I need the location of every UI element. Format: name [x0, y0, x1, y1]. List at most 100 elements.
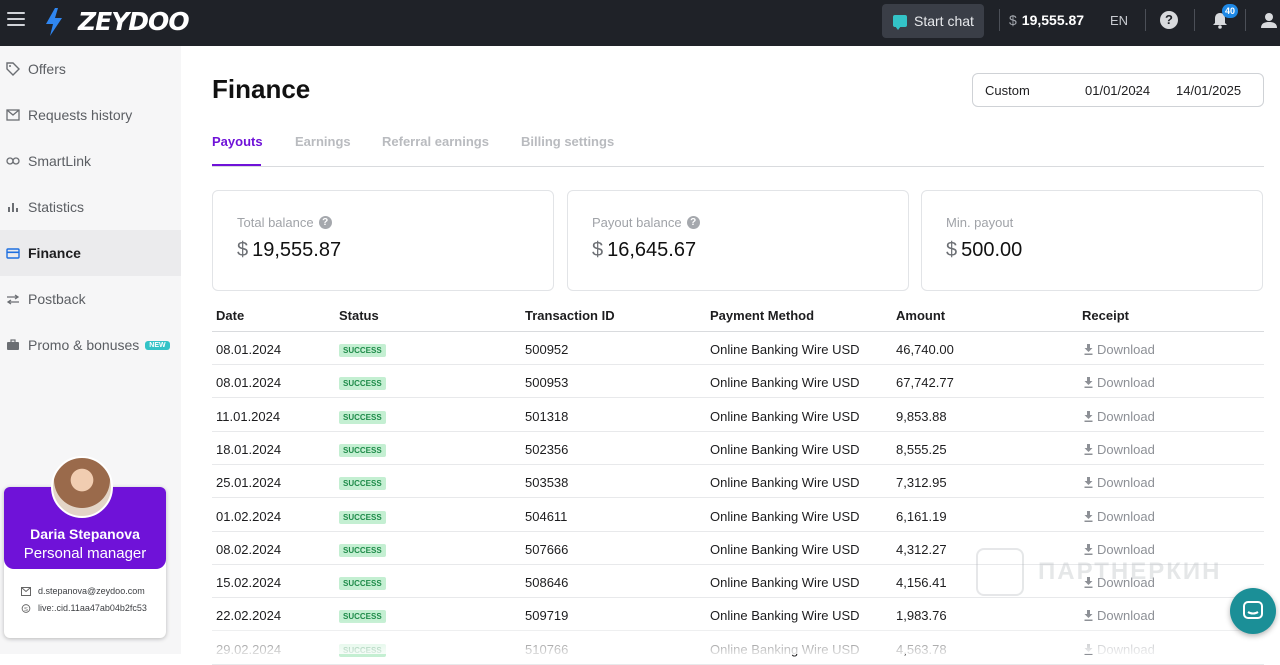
sidebar-item-statistics[interactable]: Statistics	[0, 184, 181, 230]
mail-icon	[6, 108, 20, 122]
date-separator: –	[1135, 82, 1143, 98]
sidebar-item-label: SmartLink	[28, 153, 92, 169]
download-icon	[1084, 610, 1093, 621]
table-row: 25.01.2024 SUCCESS 503538 Online Banking Wi…	[212, 465, 1264, 498]
download-receipt-link[interactable]: Download	[1084, 475, 1155, 490]
date-range-picker[interactable]: Custom 01/01/2024 – 14/01/2025	[972, 73, 1264, 107]
tab-payouts[interactable]: Payouts	[212, 134, 263, 149]
card-label-text: Total balance	[237, 215, 314, 230]
sidebar-item-label: Finance	[28, 245, 81, 261]
download-receipt-link[interactable]: Download	[1084, 342, 1155, 357]
cell-payment-method: Online Banking Wire USD	[710, 375, 860, 390]
status-badge: SUCCESS	[339, 644, 386, 657]
card-amount: 500.00	[961, 239, 1023, 261]
download-icon	[1084, 511, 1093, 522]
download-icon	[1084, 477, 1093, 488]
cell-amount: 46,740.00	[896, 342, 954, 357]
svg-text:S: S	[24, 606, 28, 612]
divider	[1194, 9, 1195, 31]
tab-earnings[interactable]: Earnings	[295, 134, 351, 149]
cell-amount: 4,312.27	[896, 542, 947, 557]
column-header-payment-method[interactable]: Payment Method	[710, 308, 814, 323]
cell-payment-method: Online Banking Wire USD	[710, 442, 860, 457]
card-value: $500.00	[946, 239, 1022, 262]
help-icon[interactable]: ?	[686, 216, 700, 229]
logo[interactable]: ZEYDOO	[44, 7, 190, 36]
status-badge: SUCCESS	[339, 444, 386, 457]
language-selector[interactable]: EN	[1110, 13, 1128, 28]
card-value: $19,555.87	[237, 239, 341, 262]
cell-amount: 4,563.78	[896, 642, 947, 657]
mail-icon	[21, 586, 31, 596]
hamburger-menu-icon[interactable]	[7, 12, 25, 26]
download-label: Download	[1097, 409, 1155, 424]
cell-amount: 1,983.76	[896, 608, 947, 623]
cell-transaction-id: 504611	[525, 509, 568, 524]
download-receipt-link[interactable]: Download	[1084, 608, 1155, 623]
cell-date: 22.02.2024	[216, 608, 282, 623]
sidebar-item-offers[interactable]: Offers	[0, 46, 181, 92]
cell-amount: 8,555.25	[896, 442, 947, 457]
cell-amount: 7,312.95	[896, 475, 947, 490]
manager-skype-row[interactable]: S live:.cid.11aa47ab04b2fc53	[21, 603, 147, 613]
divider	[1145, 9, 1146, 31]
column-header-amount[interactable]: Amount	[896, 308, 945, 323]
status-badge: SUCCESS	[339, 344, 386, 357]
help-icon[interactable]: ?	[318, 216, 332, 229]
manager-email-row[interactable]: d.stepanova@zeydoo.com	[21, 586, 145, 596]
download-icon	[1084, 411, 1093, 422]
sidebar-item-smartlink[interactable]: SmartLink	[0, 138, 181, 184]
start-chat-label: Start chat	[914, 13, 974, 29]
download-receipt-link[interactable]: Download	[1084, 442, 1155, 457]
card-currency: $	[592, 239, 604, 261]
cell-payment-method: Online Banking Wire USD	[710, 509, 860, 524]
payouts-table-header: Date Status Transaction ID Payment Metho…	[212, 300, 1264, 332]
download-label: Download	[1097, 608, 1155, 623]
cell-payment-method: Online Banking Wire USD	[710, 542, 860, 557]
manager-name: Daria Stepanova	[30, 526, 140, 542]
top-bar: ZEYDOO Start chat $19,555.87 EN ? 40	[0, 0, 1280, 46]
card-label: Total balance?	[237, 215, 332, 230]
column-header-status[interactable]: Status	[339, 308, 379, 323]
watermark: ПАРТНЕРКИН	[976, 548, 1222, 596]
card-label: Min. payout	[946, 215, 1013, 230]
watermark-text: ПАРТНЕРКИН	[1038, 558, 1222, 585]
column-header-receipt[interactable]: Receipt	[1082, 308, 1129, 323]
table-row: 01.02.2024 SUCCESS 504611 Online Banking Wi…	[212, 499, 1264, 532]
cell-amount: 4,156.41	[896, 575, 947, 590]
support-chat-button[interactable]	[1230, 588, 1276, 634]
finance-tabs: Payouts Earnings Referral earnings Billi…	[212, 127, 1264, 167]
link-icon	[6, 154, 20, 168]
sidebar-item-requests-history[interactable]: Requests history	[0, 92, 181, 138]
download-receipt-link[interactable]: Download	[1084, 375, 1155, 390]
download-receipt-link[interactable]: Download	[1084, 509, 1155, 524]
status-badge: SUCCESS	[339, 511, 386, 524]
download-receipt-link[interactable]: Download	[1084, 409, 1155, 424]
divider	[999, 9, 1000, 31]
download-icon	[1084, 377, 1093, 388]
table-row: 08.01.2024 SUCCESS 500953 Online Banking Wi…	[212, 365, 1264, 398]
start-chat-button[interactable]: Start chat	[882, 4, 984, 38]
sidebar-item-postback[interactable]: Postback	[0, 276, 181, 322]
download-receipt-link[interactable]: Download	[1084, 642, 1155, 657]
cell-transaction-id: 501318	[525, 409, 569, 424]
download-label: Download	[1097, 509, 1155, 524]
column-header-date[interactable]: Date	[216, 308, 244, 323]
cell-transaction-id: 503538	[525, 475, 569, 490]
sidebar-item-label: Postback	[28, 291, 86, 307]
card-amount: 16,645.67	[607, 239, 697, 261]
skype-icon: S	[21, 603, 31, 612]
min-payout-card: Min. payout $500.00	[921, 190, 1263, 291]
column-header-transaction-id[interactable]: Transaction ID	[525, 308, 615, 323]
header-balance: $19,555.87	[1009, 12, 1084, 28]
tab-referral-earnings[interactable]: Referral earnings	[382, 134, 489, 149]
sidebar-item-label: Requests history	[28, 107, 133, 123]
sidebar-item-promo-bonuses[interactable]: Promo & bonuses NEW	[0, 322, 181, 368]
download-icon	[1084, 444, 1093, 455]
help-circle-icon[interactable]: ?	[1160, 11, 1178, 29]
user-icon[interactable]	[1261, 12, 1277, 29]
logo-text: ZEYDOO	[78, 7, 190, 36]
download-icon	[1084, 344, 1093, 355]
sidebar-item-finance[interactable]: Finance	[0, 230, 181, 276]
tab-billing-settings[interactable]: Billing settings	[521, 134, 614, 149]
